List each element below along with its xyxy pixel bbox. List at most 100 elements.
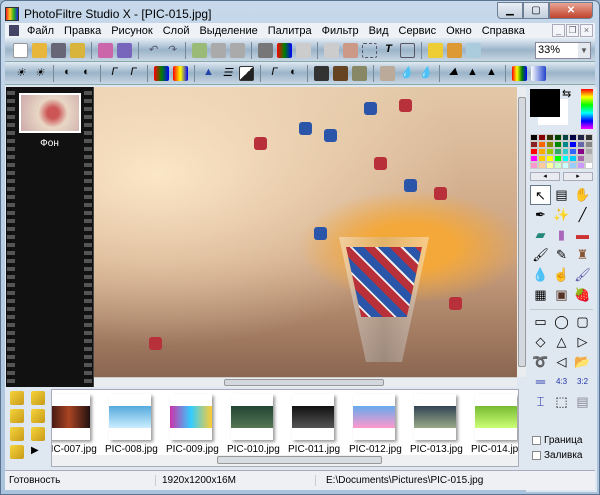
folder-image-icon[interactable]: [31, 391, 45, 405]
ratio-32-button[interactable]: 3:2: [572, 372, 593, 392]
palette-swatch[interactable]: [569, 155, 578, 162]
lasso-icon[interactable]: ➰: [530, 352, 551, 372]
paste-icon[interactable]: [211, 42, 226, 58]
redo-icon[interactable]: ↷: [164, 43, 179, 58]
palette-swatch[interactable]: [545, 134, 554, 141]
foreground-color[interactable]: [530, 89, 560, 117]
eraser-icon[interactable]: ▬: [572, 225, 593, 245]
mosaic-icon[interactable]: [333, 65, 348, 81]
folder-grid-icon[interactable]: [10, 445, 24, 459]
stamp-icon[interactable]: ♜: [572, 245, 593, 265]
palette-swatch[interactable]: [561, 155, 570, 162]
saturation-minus-icon[interactable]: [154, 65, 169, 81]
align-icon[interactable]: ⌶: [530, 392, 551, 412]
palette-swatch[interactable]: [585, 134, 593, 141]
menu-image[interactable]: Рисунок: [106, 25, 158, 37]
fill-bucket-icon[interactable]: ▰: [530, 225, 551, 245]
triangle-icon[interactable]: △: [551, 332, 572, 352]
paste-new-icon[interactable]: [230, 42, 245, 58]
palette-swatch[interactable]: [577, 134, 586, 141]
advanced-brush-icon[interactable]: ✎: [551, 245, 572, 265]
palette-icon[interactable]: [277, 42, 292, 58]
palette-swatch[interactable]: [530, 148, 538, 155]
palette-swatch[interactable]: [569, 162, 578, 169]
filmstrip-item[interactable]: PIC-013.jpg: [410, 394, 463, 455]
pixelate-icon[interactable]: [314, 65, 329, 81]
smudge-icon[interactable]: ☝: [551, 265, 572, 285]
brightness-plus-icon[interactable]: ☀: [32, 66, 47, 81]
palette-swatch[interactable]: [577, 162, 586, 169]
texture-icon[interactable]: [352, 65, 367, 81]
emboss-icon[interactable]: ⛰: [446, 66, 461, 81]
sharpen-icon[interactable]: ▲: [465, 66, 480, 81]
palette-swatch[interactable]: [585, 148, 593, 155]
palette-swatch[interactable]: [545, 155, 554, 162]
diamond-icon[interactable]: ◇: [530, 332, 551, 352]
gamma-plus-icon[interactable]: Γ: [126, 66, 141, 81]
filmstrip-item[interactable]: PIC-012.jpg: [349, 394, 402, 455]
palette-swatch[interactable]: [553, 162, 562, 169]
menu-tools[interactable]: Сервис: [394, 25, 442, 37]
gamma-minus-icon[interactable]: Γ: [107, 66, 122, 81]
rounded-rect-icon[interactable]: ▢: [572, 312, 593, 332]
line-tool-icon[interactable]: ╱: [572, 205, 593, 225]
maximize-button[interactable]: ▢: [523, 2, 549, 19]
palette-swatch[interactable]: [545, 148, 554, 155]
palette-swatch[interactable]: [561, 162, 570, 169]
folder-icon[interactable]: [10, 409, 24, 423]
contrast-minus-icon[interactable]: ◐: [60, 66, 75, 81]
pointer-tool-icon[interactable]: ↖: [530, 185, 551, 205]
layer-thumbnail[interactable]: [19, 93, 81, 133]
save-icon[interactable]: [51, 42, 66, 58]
polygon-icon[interactable]: ◁: [551, 352, 572, 372]
explorer-icon[interactable]: [428, 42, 443, 58]
palette-swatch[interactable]: [577, 141, 586, 148]
palette-swatch[interactable]: [537, 141, 546, 148]
palette-swatch[interactable]: [585, 155, 593, 162]
close-button[interactable]: ✕: [549, 2, 593, 19]
palette-prev-button[interactable]: ◂: [530, 172, 560, 181]
text-icon[interactable]: T: [381, 43, 396, 58]
palette-swatch[interactable]: [537, 134, 546, 141]
filmstrip-item[interactable]: PIC-014.jpg: [471, 394, 518, 455]
palette-swatch[interactable]: [569, 148, 578, 155]
color-balance-icon[interactable]: [512, 65, 527, 81]
ratio-43-button[interactable]: 4:3: [551, 372, 572, 392]
palette-swatch[interactable]: [561, 148, 570, 155]
histogram-icon[interactable]: ▲: [201, 66, 216, 81]
palette-swatch[interactable]: [530, 141, 538, 148]
border-checkbox[interactable]: Граница: [532, 435, 582, 446]
blur-icon[interactable]: 💧: [399, 66, 414, 81]
palette-swatch[interactable]: [561, 134, 570, 141]
mdi-minimize[interactable]: _: [552, 24, 565, 37]
strawberry-icon[interactable]: 🍓: [572, 285, 593, 305]
gradient-icon[interactable]: [258, 42, 273, 58]
menu-filter[interactable]: Фильтр: [317, 25, 364, 37]
palette-swatch[interactable]: [553, 141, 562, 148]
selection-icon[interactable]: [400, 42, 415, 58]
crop-icon[interactable]: [362, 42, 377, 58]
triangle-right-icon[interactable]: ▷: [572, 332, 593, 352]
filmstrip-item[interactable]: PIC-008.jpg: [105, 394, 158, 455]
canvas-horizontal-scrollbar[interactable]: [94, 377, 517, 387]
filmstrip-item[interactable]: PIC-009.jpg: [166, 394, 219, 455]
copy-icon[interactable]: [192, 42, 207, 58]
folder-select-icon[interactable]: [10, 427, 24, 441]
menu-edit[interactable]: Правка: [59, 25, 106, 37]
image-size-icon[interactable]: [324, 42, 339, 58]
zoom-select[interactable]: 33% ▼: [535, 42, 591, 59]
pattern-brush-icon[interactable]: 🖌: [572, 265, 593, 285]
menu-view[interactable]: Вид: [364, 25, 394, 37]
image-canvas[interactable]: [94, 87, 517, 377]
rectangle-icon[interactable]: ▭: [530, 312, 551, 332]
palette-swatch[interactable]: [585, 141, 593, 148]
palette-swatch[interactable]: [537, 148, 546, 155]
move-layer-icon[interactable]: ▤: [551, 185, 572, 205]
palette-swatch[interactable]: [569, 141, 578, 148]
minimize-button[interactable]: ▁: [497, 2, 523, 19]
palette-swatch[interactable]: [553, 155, 562, 162]
canvas-size-icon[interactable]: [343, 42, 358, 58]
equal-icon[interactable]: ═: [530, 372, 551, 392]
warp-icon[interactable]: ▦: [530, 285, 551, 305]
palette-swatch[interactable]: [537, 162, 546, 169]
